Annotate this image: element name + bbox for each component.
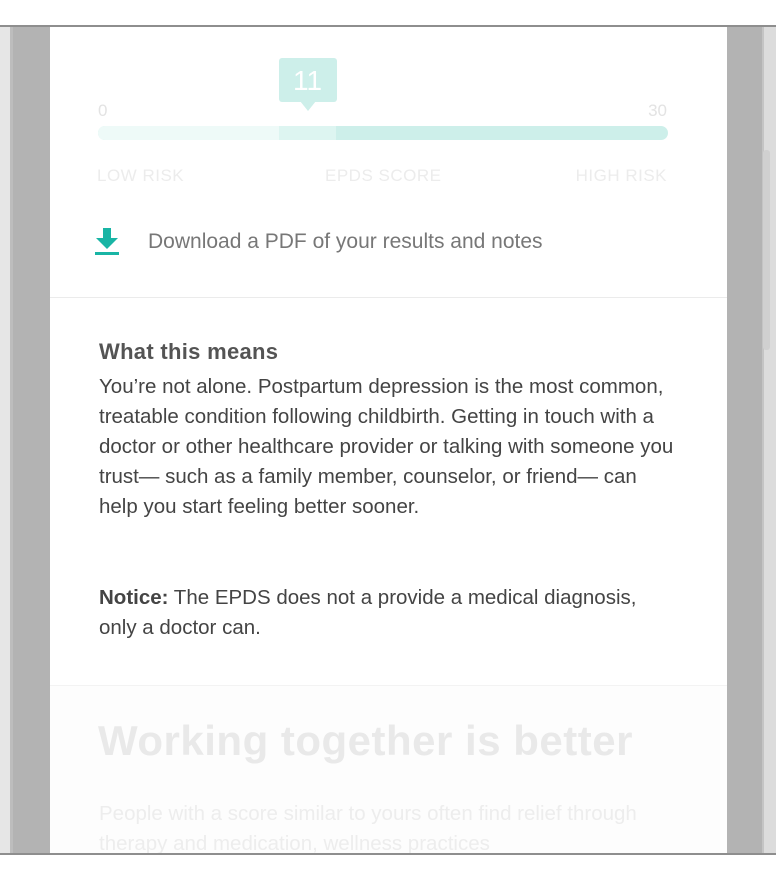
- score-max-label: 30: [648, 101, 667, 120]
- notice-label: Notice:: [99, 586, 169, 609]
- notice-paragraph: Notice: The EPDS does not a provide a me…: [99, 583, 679, 643]
- results-panel: 11 0 30 LOW RISK EPDS SCORE HIGH RISK Do…: [50, 27, 727, 853]
- window-bottom-edge: [0, 853, 776, 883]
- low-risk-label: LOW RISK: [97, 166, 185, 185]
- score-range-bar: [98, 126, 668, 140]
- score-range-low-segment: [98, 126, 279, 140]
- high-risk-label: HIGH RISK: [575, 166, 667, 185]
- left-side-rail: [0, 27, 50, 853]
- score-bubble-pointer: [299, 101, 316, 111]
- scrollbar-thumb[interactable]: [763, 150, 770, 350]
- download-pdf-link[interactable]: Download a PDF of your results and notes: [95, 227, 543, 257]
- score-range-marker: [278, 126, 336, 140]
- working-together-heading: Working together is better: [98, 717, 633, 764]
- window-top-edge: [0, 0, 776, 27]
- what-this-means-body: You’re not alone. Postpartum depression …: [99, 375, 674, 518]
- notice-text: The EPDS does not a provide a medical di…: [99, 586, 637, 639]
- working-together-body: People with a score similar to yours oft…: [99, 802, 637, 853]
- download-pdf-label: Download a PDF of your results and notes: [148, 230, 543, 253]
- download-icon: [95, 228, 119, 255]
- section-divider: [50, 297, 727, 298]
- score-min-label: 0: [98, 101, 108, 120]
- score-bubble: 11: [278, 58, 337, 102]
- what-this-means-heading: What this means: [99, 339, 279, 364]
- epds-score-label: EPDS SCORE: [325, 166, 442, 185]
